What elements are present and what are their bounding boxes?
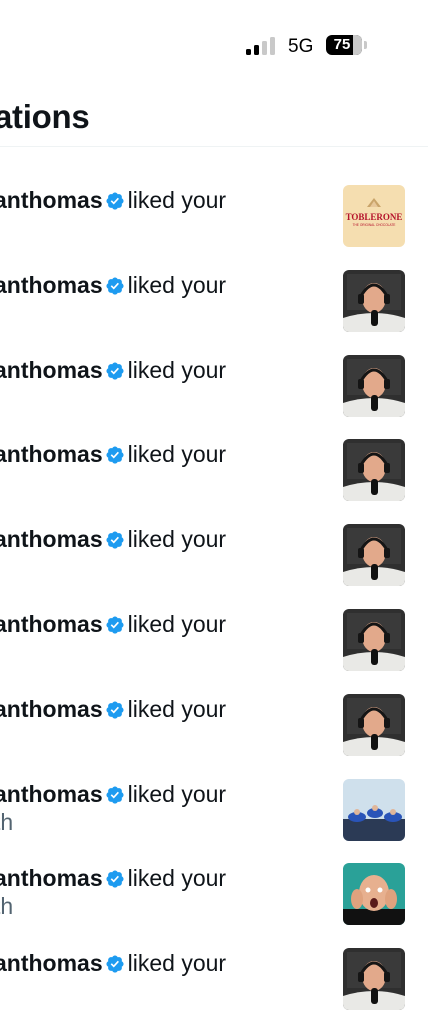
notification-item[interactable]: anthomas liked your TOBLERONE THE ORIGINAL …: [0, 147, 428, 247]
notification-text: anthomas liked your: [0, 863, 226, 893]
notification-text: anthomas liked your: [0, 270, 226, 300]
notification-text: anthomas liked your: [0, 948, 226, 978]
username-link[interactable]: anthomas: [0, 187, 103, 213]
notification-item[interactable]: anthomas liked your: [0, 571, 428, 671]
notification-action: liked your: [127, 441, 227, 468]
notification-action: liked your: [127, 950, 227, 977]
notification-item[interactable]: anthomas liked your: [0, 317, 428, 417]
verified-badge-icon: [105, 188, 125, 210]
notification-item[interactable]: anthomas liked your: [0, 910, 428, 1011]
notification-text: anthomas liked your: [0, 439, 226, 469]
verified-badge-icon: [105, 442, 125, 464]
notification-action: liked your: [127, 187, 227, 213]
verified-badge-icon: [105, 527, 125, 549]
notification-text: anthomas liked your: [0, 185, 226, 215]
verified-badge-icon: [105, 273, 125, 295]
notification-action: liked your: [127, 611, 227, 637]
status-bar: 5G 75: [0, 0, 428, 60]
notification-text: anthomas liked your: [0, 694, 226, 724]
toblerone-logo-text: TOBLERONE: [346, 212, 403, 222]
notification-item[interactable]: anthomas liked your: [0, 656, 428, 756]
notification-item[interactable]: anthomasliked yourth: [0, 741, 428, 841]
notification-action: liked your: [127, 780, 227, 807]
notification-text: anthomas liked your: [0, 524, 226, 554]
username-link[interactable]: anthomas: [0, 357, 103, 383]
notification-action: liked your: [127, 271, 227, 298]
notification-item[interactable]: anthomas liked your: [0, 486, 428, 587]
battery-tip: [364, 41, 367, 49]
notification-action: liked your: [127, 865, 227, 892]
signal-strength-icon: [246, 37, 280, 55]
verified-badge-icon: [105, 951, 125, 973]
notification-text: anthomas liked your: [0, 779, 226, 809]
verified-badge-icon: [105, 782, 125, 804]
notification-item[interactable]: anthomas liked your: [0, 401, 428, 502]
verified-badge-icon: [105, 612, 125, 634]
username-link[interactable]: anthomas: [0, 781, 103, 807]
username-link[interactable]: anthomas: [0, 272, 103, 298]
username-link[interactable]: anthomas: [0, 696, 103, 722]
notification-item[interactable]: anthomas liked your: [0, 232, 428, 332]
post-thumbnail[interactable]: [343, 948, 405, 1011]
notification-text: anthomas liked your: [0, 355, 226, 385]
network-type: 5G: [288, 36, 314, 57]
notification-action: liked your: [127, 356, 227, 383]
notification-text: anthomas liked your: [0, 609, 226, 639]
username-link[interactable]: anthomas: [0, 611, 103, 637]
verified-badge-icon: [105, 358, 125, 380]
verified-badge-icon: [105, 866, 125, 888]
notification-action: liked your: [127, 526, 227, 553]
battery-level: 75: [333, 36, 351, 53]
notification-item[interactable]: anthomasliked yourth: [0, 825, 428, 926]
header: ations: [0, 88, 428, 147]
battery-icon: 75: [326, 35, 362, 55]
page-title: ations: [0, 98, 90, 135]
notification-action: liked your: [127, 695, 227, 722]
username-link[interactable]: anthomas: [0, 441, 103, 467]
username-link[interactable]: anthomas: [0, 950, 103, 976]
username-link[interactable]: anthomas: [0, 865, 103, 891]
verified-badge-icon: [105, 697, 125, 719]
username-link[interactable]: anthomas: [0, 526, 103, 552]
toblerone-tagline: THE ORIGINAL CHOCOLATE: [353, 223, 396, 227]
